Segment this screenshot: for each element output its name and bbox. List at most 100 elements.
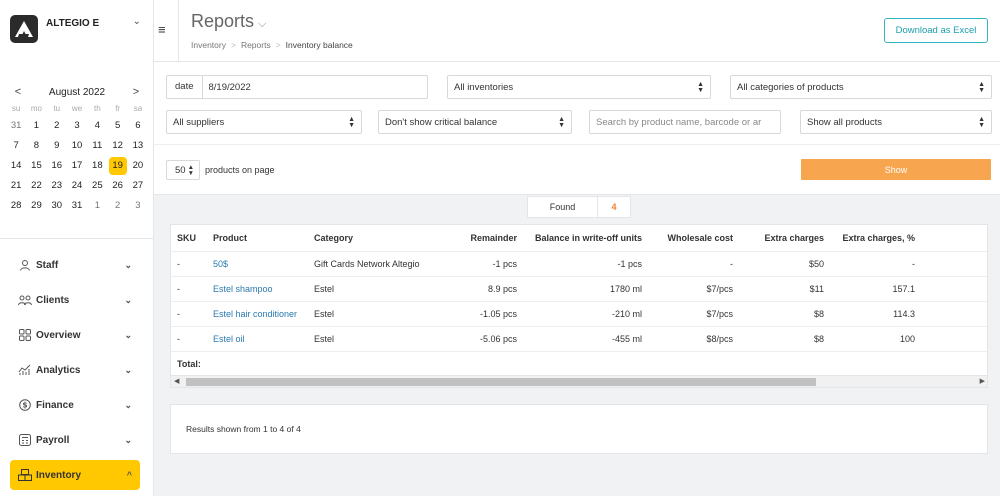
select-arrows-icon: ▲ ▼ — [187, 164, 194, 177]
calendar-day[interactable]: 3 — [67, 116, 87, 136]
calendar-day[interactable]: 26 — [107, 176, 127, 196]
cell-product[interactable]: 50$ — [213, 252, 313, 276]
sidebar-item-finance[interactable]: $ Finance ⌄ — [10, 390, 140, 420]
cell-extra-charges-pct: - — [912, 259, 915, 269]
calendar-day[interactable]: 2 — [47, 116, 67, 136]
calendar-day[interactable]: 12 — [107, 136, 127, 156]
calendar-day[interactable]: 3 — [128, 196, 148, 216]
calendar-day[interactable]: 25 — [87, 176, 107, 196]
chevron-down-icon[interactable]: ⌄ — [133, 16, 141, 27]
column-header-wholesale-cost[interactable]: Wholesale cost — [649, 225, 733, 251]
calendar-day[interactable]: 8 — [26, 136, 46, 156]
breadcrumb-reports[interactable]: Reports — [241, 40, 271, 50]
cell-category: Estel — [314, 309, 335, 319]
column-header-remainder[interactable]: Remainder — [451, 225, 517, 251]
column-header-category[interactable]: Category — [314, 225, 449, 251]
sidebar-item-payroll[interactable]: Payroll ⌄ — [10, 425, 140, 455]
sidebar-item-label: Finance — [36, 399, 74, 411]
per-page-select[interactable]: 50 ▲ ▼ — [166, 160, 200, 180]
calendar-day[interactable]: 31 — [67, 196, 87, 216]
sidebar-item-clients[interactable]: Clients ⌄ — [10, 285, 140, 315]
calendar-day[interactable]: 18 — [87, 156, 107, 176]
product-search-input[interactable]: Search by product name, barcode or ar — [589, 110, 781, 134]
cell-sku: - — [177, 259, 180, 269]
calendar-day[interactable]: 11 — [87, 136, 107, 156]
cell-product[interactable]: Estel hair conditioner — [213, 302, 313, 326]
cell-wholesale-cost: $8/pcs — [706, 334, 733, 344]
cell-extra-charges: $50 — [808, 259, 824, 269]
scroll-left-icon[interactable]: ◀ — [174, 377, 179, 385]
table-row: - Estel hair conditioner Estel -1.05 pcs -21… — [171, 301, 987, 326]
cell-category: Gift Cards Network Altegio — [314, 259, 420, 269]
horizontal-scrollbar[interactable]: ◀ ▶ — [171, 375, 987, 387]
scrollbar-thumb[interactable] — [186, 378, 816, 386]
calendar-day[interactable]: 20 — [128, 156, 148, 176]
dollar-icon: $ — [18, 398, 32, 412]
column-header-price[interactable]: Pr — [979, 225, 987, 251]
calendar-day[interactable]: 17 — [67, 156, 87, 176]
calendar-day[interactable]: 6 — [128, 116, 148, 136]
download-excel-button[interactable]: Download as Excel — [884, 18, 988, 43]
column-header-extra-charges-pct[interactable]: Extra charges, % — [827, 225, 915, 251]
hamburger-menu-icon[interactable]: ≡ — [158, 22, 166, 37]
calendar-day[interactable]: 13 — [128, 136, 148, 156]
show-button[interactable]: Show — [801, 159, 991, 180]
calendar-day[interactable]: 1 — [26, 116, 46, 136]
products-select[interactable]: Show all products ▲ ▼ — [800, 110, 992, 134]
calendar-day[interactable]: 14 — [6, 156, 26, 176]
page-title[interactable]: Reports ⌵ — [191, 11, 266, 32]
calendar-day[interactable]: 5 — [107, 116, 127, 136]
calendar-day[interactable]: 24 — [67, 176, 87, 196]
cell-remainder: -1 pcs — [492, 259, 517, 269]
calendar-day[interactable]: 4 — [87, 116, 107, 136]
calendar-day[interactable]: 29 — [26, 196, 46, 216]
svg-text:$: $ — [22, 401, 27, 410]
sidebar-item-staff[interactable]: Staff ⌄ — [10, 250, 140, 280]
calendar-day[interactable]: 15 — [26, 156, 46, 176]
scroll-right-icon[interactable]: ▶ — [980, 377, 985, 385]
cell-product[interactable]: Estel shampoo — [213, 277, 313, 301]
calendar-day[interactable]: 1 — [87, 196, 107, 216]
date-field[interactable]: date 8/19/2022 — [166, 75, 428, 99]
sidebar-item-overview[interactable]: Overview ⌄ — [10, 320, 140, 350]
calendar-day[interactable]: 7 — [6, 136, 26, 156]
calendar-day[interactable]: 21 — [6, 176, 26, 196]
company-switcher[interactable]: ALTEGIO E ⌄ — [10, 12, 145, 46]
calendar-day[interactable]: 28 — [6, 196, 26, 216]
analytics-icon — [18, 363, 32, 377]
cell-product[interactable]: Estel oil — [213, 327, 313, 351]
suppliers-select[interactable]: All suppliers ▲ ▼ — [166, 110, 362, 134]
sidebar-item-analytics[interactable]: Analytics ⌄ — [10, 355, 140, 385]
calendar-day[interactable]: 31 — [6, 116, 26, 136]
categories-select[interactable]: All categories of products ▲ ▼ — [730, 75, 992, 99]
cell-extra-charges: $8 — [813, 334, 824, 344]
total-label: Total: — [177, 358, 201, 369]
column-header-extra-charges[interactable]: Extra charges — [737, 225, 824, 251]
calendar-day[interactable]: 10 — [67, 136, 87, 156]
date-value: 8/19/2022 — [208, 81, 251, 93]
calendar-prev-button[interactable]: < — [12, 86, 24, 98]
calendar-day[interactable]: 16 — [47, 156, 67, 176]
column-header-sku[interactable]: SKU — [177, 225, 207, 251]
found-label: Found — [528, 197, 598, 217]
calendar-next-button[interactable]: > — [130, 86, 142, 98]
sidebar-item-inventory[interactable]: Inventory ^ — [10, 460, 140, 490]
chevron-down-icon: ⌵ — [258, 18, 267, 30]
found-counter: Found 4 — [527, 196, 631, 218]
critical-balance-select[interactable]: Don't show critical balance ▲ ▼ — [378, 110, 572, 134]
weekday-label: tu — [53, 104, 61, 113]
column-header-product[interactable]: Product — [213, 225, 313, 251]
breadcrumb-inventory[interactable]: Inventory — [191, 40, 226, 50]
people-icon — [18, 293, 32, 307]
calendar-day[interactable]: 30 — [47, 196, 67, 216]
calendar-day[interactable]: 22 — [26, 176, 46, 196]
calendar-day[interactable]: 27 — [128, 176, 148, 196]
column-header-balance-writeoff[interactable]: Balance in write-off units — [521, 225, 642, 251]
calendar-day-selected[interactable]: 19 — [107, 156, 127, 176]
weekday-label: sa — [133, 104, 143, 113]
calendar-day[interactable]: 9 — [47, 136, 67, 156]
calendar-day[interactable]: 23 — [47, 176, 67, 196]
calendar-day[interactable]: 2 — [107, 196, 127, 216]
inventories-select[interactable]: All inventories ▲ ▼ — [447, 75, 711, 99]
weekday-label: fr — [115, 104, 121, 113]
